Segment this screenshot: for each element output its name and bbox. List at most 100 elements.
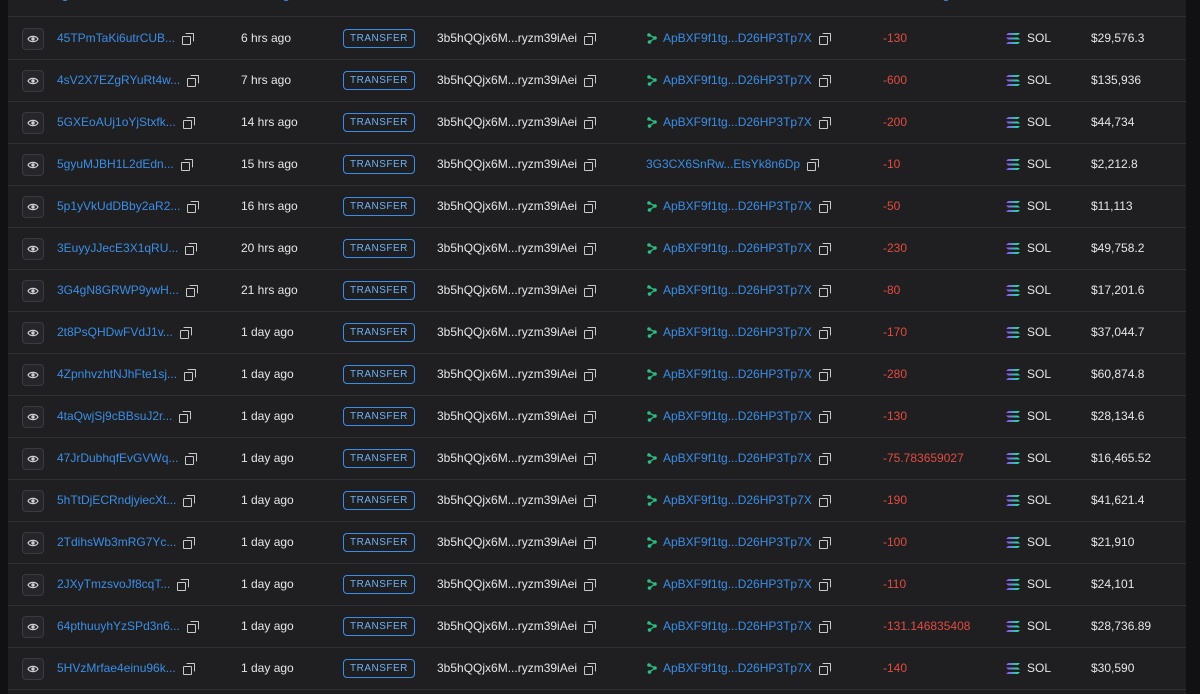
token-cell[interactable]: SOL xyxy=(1005,227,1051,269)
copy-icon[interactable] xyxy=(818,326,831,339)
copy-icon[interactable] xyxy=(584,242,597,255)
copy-icon[interactable] xyxy=(186,620,199,633)
to-address[interactable]: ApBXF9f1tg...D26HP3Tp7X xyxy=(663,661,812,675)
copy-icon[interactable] xyxy=(183,536,196,549)
view-button[interactable] xyxy=(22,490,44,512)
to-address[interactable]: ApBXF9f1tg...D26HP3Tp7X xyxy=(663,577,812,591)
view-button[interactable] xyxy=(22,238,44,260)
to-address[interactable]: ApBXF9f1tg...D26HP3Tp7X xyxy=(663,73,812,87)
to-address[interactable]: ApBXF9f1tg...D26HP3Tp7X xyxy=(663,325,812,339)
from-address[interactable]: 3b5hQQjx6M...ryzm39iAei xyxy=(437,115,577,129)
view-button[interactable] xyxy=(22,112,44,134)
to-address[interactable]: ApBXF9f1tg...D26HP3Tp7X xyxy=(663,115,812,129)
view-button[interactable] xyxy=(22,364,44,386)
signature-link[interactable]: 4sV2X7EZgRYuRt4w... xyxy=(57,73,180,87)
header-signature[interactable] xyxy=(57,0,69,6)
to-address[interactable]: ApBXF9f1tg...D26HP3Tp7X xyxy=(663,241,812,255)
to-address[interactable]: 3G3CX6SnRw...EtsYk8n6Dp xyxy=(646,157,800,171)
from-address[interactable]: 3b5hQQjx6M...ryzm39iAei xyxy=(437,241,577,255)
copy-icon[interactable] xyxy=(818,368,831,381)
copy-icon[interactable] xyxy=(182,116,195,129)
token-cell[interactable]: SOL xyxy=(1005,59,1051,101)
view-button[interactable] xyxy=(22,658,44,680)
token-cell[interactable]: SOL xyxy=(1005,185,1051,227)
view-button[interactable] xyxy=(22,28,44,50)
from-address[interactable]: 3b5hQQjx6M...ryzm39iAei xyxy=(437,73,577,87)
copy-icon[interactable] xyxy=(818,32,831,45)
token-cell[interactable]: SOL xyxy=(1005,269,1051,311)
copy-icon[interactable] xyxy=(584,452,597,465)
copy-icon[interactable] xyxy=(185,452,198,465)
copy-icon[interactable] xyxy=(584,578,597,591)
to-address[interactable]: ApBXF9f1tg...D26HP3Tp7X xyxy=(663,493,812,507)
to-address[interactable]: ApBXF9f1tg...D26HP3Tp7X xyxy=(663,619,812,633)
view-button[interactable] xyxy=(22,616,44,638)
copy-icon[interactable] xyxy=(584,158,597,171)
copy-icon[interactable] xyxy=(818,74,831,87)
copy-icon[interactable] xyxy=(179,410,192,423)
copy-icon[interactable] xyxy=(818,662,831,675)
from-address[interactable]: 3b5hQQjx6M...ryzm39iAei xyxy=(437,535,577,549)
from-address[interactable]: 3b5hQQjx6M...ryzm39iAei xyxy=(437,31,577,45)
view-button[interactable] xyxy=(22,574,44,596)
copy-icon[interactable] xyxy=(818,200,831,213)
from-address[interactable]: 3b5hQQjx6M...ryzm39iAei xyxy=(437,283,577,297)
copy-icon[interactable] xyxy=(584,284,597,297)
to-address[interactable]: ApBXF9f1tg...D26HP3Tp7X xyxy=(663,451,812,465)
view-button[interactable] xyxy=(22,154,44,176)
signature-link[interactable]: 3G4gN8GRWP9ywH... xyxy=(57,283,179,297)
copy-icon[interactable] xyxy=(584,326,597,339)
token-cell[interactable]: SOL xyxy=(1005,353,1051,395)
signature-link[interactable]: 5HVzMrfae4einu96k... xyxy=(57,661,176,675)
copy-icon[interactable] xyxy=(180,158,193,171)
copy-icon[interactable] xyxy=(584,494,597,507)
copy-icon[interactable] xyxy=(584,116,597,129)
copy-icon[interactable] xyxy=(184,368,197,381)
signature-link[interactable]: 4taQwjSj9cBBsuJ2r... xyxy=(57,409,172,423)
view-button[interactable] xyxy=(22,532,44,554)
copy-icon[interactable] xyxy=(183,494,196,507)
view-button[interactable] xyxy=(22,322,44,344)
copy-icon[interactable] xyxy=(818,578,831,591)
sort-icon[interactable] xyxy=(61,0,69,1)
signature-link[interactable]: 3EuyyJJecE3X1qRU... xyxy=(57,241,178,255)
from-address[interactable]: 3b5hQQjx6M...ryzm39iAei xyxy=(437,619,577,633)
signature-link[interactable]: 64pthuuyhYzSPd3n6... xyxy=(57,619,180,633)
from-address[interactable]: 3b5hQQjx6M...ryzm39iAei xyxy=(437,451,577,465)
token-cell[interactable]: SOL xyxy=(1005,605,1051,647)
copy-icon[interactable] xyxy=(182,32,195,45)
copy-icon[interactable] xyxy=(818,242,831,255)
token-cell[interactable]: SOL xyxy=(1005,17,1051,59)
copy-icon[interactable] xyxy=(818,410,831,423)
signature-link[interactable]: 2TdihsWb3mRG7Yc... xyxy=(57,535,176,549)
copy-icon[interactable] xyxy=(584,536,597,549)
token-cell[interactable]: SOL xyxy=(1005,521,1051,563)
token-cell[interactable]: SOL xyxy=(1005,479,1051,521)
copy-icon[interactable] xyxy=(179,326,192,339)
copy-icon[interactable] xyxy=(185,284,198,297)
to-address[interactable]: ApBXF9f1tg...D26HP3Tp7X xyxy=(663,367,812,381)
copy-icon[interactable] xyxy=(818,494,831,507)
copy-icon[interactable] xyxy=(584,620,597,633)
from-address[interactable]: 3b5hQQjx6M...ryzm39iAei xyxy=(437,199,577,213)
copy-icon[interactable] xyxy=(807,158,820,171)
signature-link[interactable]: 5GXEoAUj1oYjStxfk... xyxy=(57,115,176,129)
view-button[interactable] xyxy=(22,406,44,428)
copy-icon[interactable] xyxy=(818,536,831,549)
to-address[interactable]: ApBXF9f1tg...D26HP3Tp7X xyxy=(663,409,812,423)
to-address[interactable]: ApBXF9f1tg...D26HP3Tp7X xyxy=(663,535,812,549)
token-cell[interactable]: SOL xyxy=(1005,647,1051,689)
from-address[interactable]: 3b5hQQjx6M...ryzm39iAei xyxy=(437,367,577,381)
copy-icon[interactable] xyxy=(584,74,597,87)
signature-link[interactable]: 45TPmTaKi6utrCUB... xyxy=(57,31,175,45)
copy-icon[interactable] xyxy=(584,200,597,213)
signature-link[interactable]: 2JXyTmzsvoJf8cqT... xyxy=(57,577,170,591)
to-address[interactable]: ApBXF9f1tg...D26HP3Tp7X xyxy=(663,199,812,213)
copy-icon[interactable] xyxy=(182,662,195,675)
signature-link[interactable]: 5gyuMJBH1L2dEdn... xyxy=(57,157,174,171)
signature-link[interactable]: 5hTtDjECRndjyiecXt... xyxy=(57,493,176,507)
copy-icon[interactable] xyxy=(584,410,597,423)
from-address[interactable]: 3b5hQQjx6M...ryzm39iAei xyxy=(437,409,577,423)
from-address[interactable]: 3b5hQQjx6M...ryzm39iAei xyxy=(437,325,577,339)
from-address[interactable]: 3b5hQQjx6M...ryzm39iAei xyxy=(437,577,577,591)
